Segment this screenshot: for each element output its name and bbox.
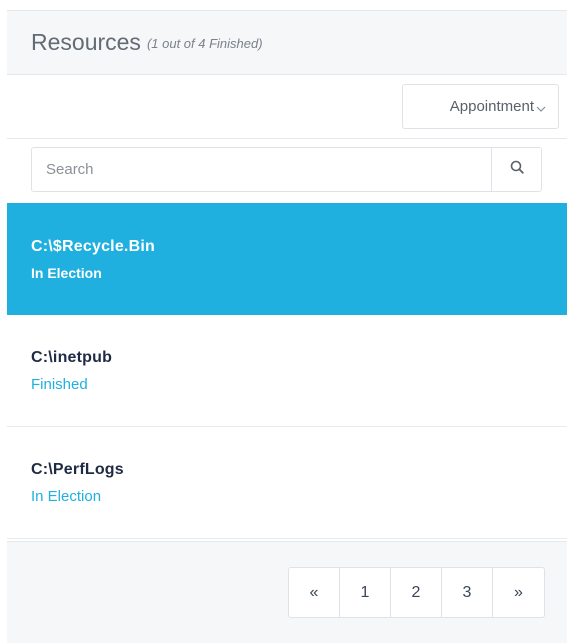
- search-group: [31, 147, 542, 192]
- resources-panel: Resources (1 out of 4 Finished) Appointm…: [7, 10, 567, 643]
- finished-count: (1 out of 4 Finished): [146, 36, 263, 51]
- resource-list: C:\$Recycle.Bin In Election C:\inetpub F…: [7, 203, 567, 539]
- pagination-page-1[interactable]: 1: [340, 568, 391, 617]
- resource-name: C:\$Recycle.Bin: [31, 237, 155, 255]
- resource-name: C:\PerfLogs: [31, 460, 124, 478]
- panel-header: Resources (1 out of 4 Finished): [7, 11, 567, 75]
- resource-name: C:\inetpub: [31, 348, 113, 366]
- resource-status: In Election: [31, 264, 102, 281]
- search-icon: [510, 160, 524, 179]
- pagination-page-2[interactable]: 2: [391, 568, 442, 617]
- resource-status: Finished: [31, 375, 88, 393]
- search-row: [7, 139, 567, 203]
- resource-item[interactable]: C:\inetpub Finished: [7, 315, 567, 427]
- pagination-page-3[interactable]: 3: [442, 568, 493, 617]
- panel-footer: « 1 2 3 »: [7, 541, 567, 643]
- panel-title: Resources: [31, 29, 141, 55]
- resource-item[interactable]: C:\PerfLogs In Election: [7, 427, 567, 539]
- search-button[interactable]: [491, 148, 541, 191]
- pagination-next[interactable]: »: [493, 568, 544, 617]
- dropdown-label: Appointment: [449, 98, 534, 115]
- resource-item[interactable]: C:\$Recycle.Bin In Election: [7, 203, 567, 315]
- appointment-dropdown[interactable]: Appointment: [402, 84, 559, 129]
- toolbar: Appointment: [7, 75, 567, 139]
- resource-status: In Election: [31, 487, 102, 505]
- pagination: « 1 2 3 »: [288, 567, 545, 618]
- chevron-down-icon: [536, 101, 546, 115]
- pagination-prev[interactable]: «: [289, 568, 340, 617]
- search-input[interactable]: [32, 148, 491, 191]
